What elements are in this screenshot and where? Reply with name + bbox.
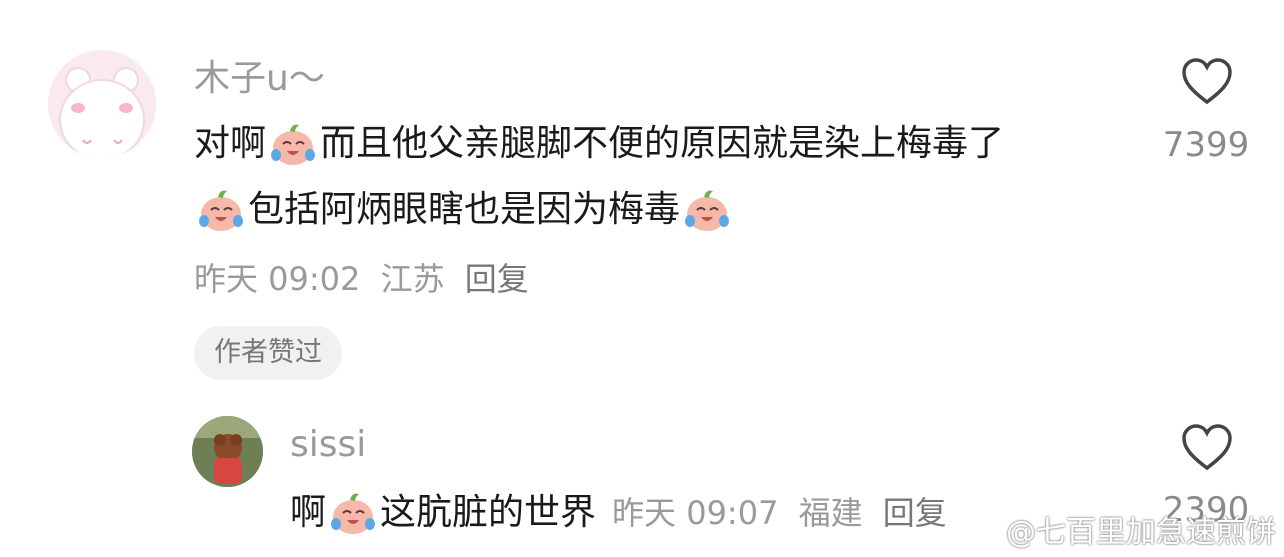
comment-text-part: 而且他父亲腿脚不便的原因就是染上梅毒了 xyxy=(320,123,1005,164)
username[interactable]: sissi xyxy=(290,423,366,467)
crying-laughing-emoji-icon xyxy=(198,189,244,232)
heart-outline-icon[interactable] xyxy=(1181,423,1233,471)
like-count: 7399 xyxy=(1162,125,1250,165)
crying-laughing-emoji-icon xyxy=(330,492,377,535)
weibo-logo-icon xyxy=(966,522,996,546)
author-liked-badge: 作者赞过 xyxy=(194,326,342,380)
reply-button[interactable]: 回复 xyxy=(883,494,947,532)
comment-text: 啊 这肮脏的世界 昨天 09:07 福建 回复 xyxy=(290,488,957,538)
comment-meta: 昨天 09:02 江苏 回复 xyxy=(194,259,539,299)
watermark-text: @七百里加急速煎饼 xyxy=(1006,515,1276,550)
comment-meta: 昨天 09:07 福建 回复 xyxy=(612,489,957,537)
comment-location: 江苏 xyxy=(380,260,445,298)
comment-text: 包括阿炳眼瞎也是因为梅毒 xyxy=(194,185,734,235)
comment-time: 昨天 09:02 xyxy=(194,260,361,298)
dog-photo-avatar-icon xyxy=(192,416,263,487)
username[interactable]: 木子u～ xyxy=(194,57,325,101)
heart-outline-icon[interactable] xyxy=(1181,57,1233,105)
crying-laughing-emoji-icon xyxy=(270,123,317,166)
comment-text-part: 包括阿炳眼瞎也是因为梅毒 xyxy=(248,189,681,230)
crying-laughing-emoji-icon xyxy=(684,189,731,232)
watermark: @七百里加急速煎饼 xyxy=(966,513,1276,553)
avatar[interactable] xyxy=(192,416,263,487)
comment-location: 福建 xyxy=(798,494,863,532)
comment-time: 昨天 09:07 xyxy=(612,494,779,532)
comment-text-part: 啊 xyxy=(290,492,327,533)
comment-text: 对啊 而且他父亲腿脚不便的原因就是染上梅毒了 xyxy=(194,119,1004,169)
comment-text-part: 对啊 xyxy=(194,123,267,164)
avatar[interactable] xyxy=(48,50,156,158)
reply-button[interactable]: 回复 xyxy=(465,260,529,298)
bear-avatar-icon xyxy=(48,50,156,158)
comment-text-part: 这肮脏的世界 xyxy=(380,492,597,533)
